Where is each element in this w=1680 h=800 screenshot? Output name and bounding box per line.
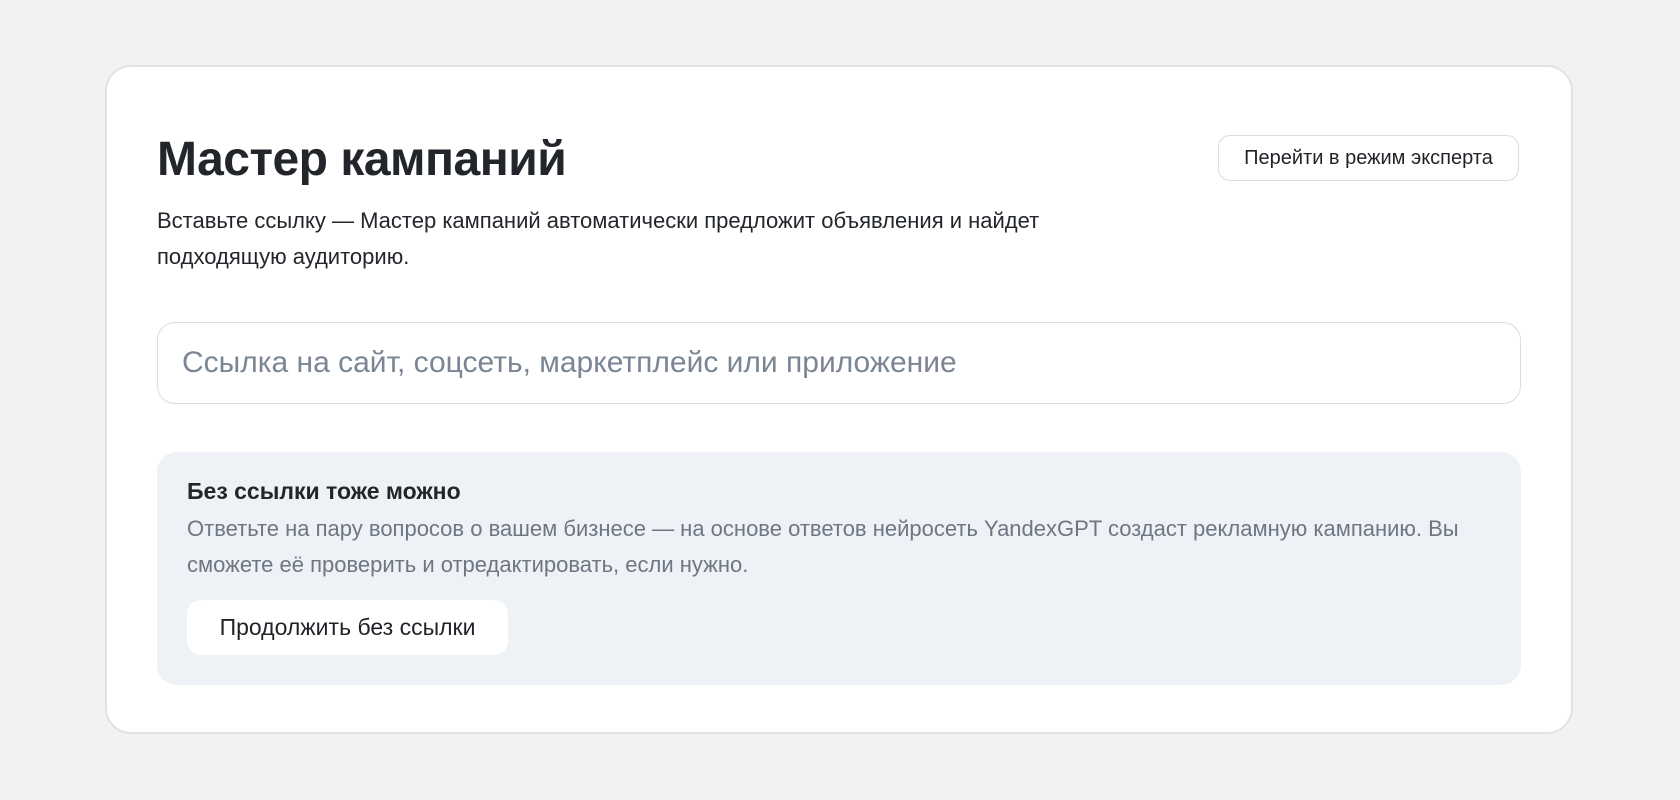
no-link-description: Ответьте на пару вопросов о вашем бизнес… <box>187 516 1459 577</box>
no-link-title: Без ссылки тоже можно <box>187 478 461 504</box>
page-description: Вставьте ссылку — Мастер кампаний автома… <box>157 208 1040 269</box>
no-link-panel: Без ссылки тоже можно Ответьте на пару в… <box>157 452 1521 685</box>
expert-mode-button[interactable]: Перейти в режим эксперта <box>1218 135 1519 181</box>
campaign-wizard-card: Перейти в режим эксперта Мастер кампаний… <box>105 65 1573 734</box>
link-input[interactable] <box>157 322 1521 404</box>
page-title: Мастер кампаний <box>157 133 567 186</box>
continue-without-link-button[interactable]: Продолжить без ссылки <box>187 600 508 655</box>
